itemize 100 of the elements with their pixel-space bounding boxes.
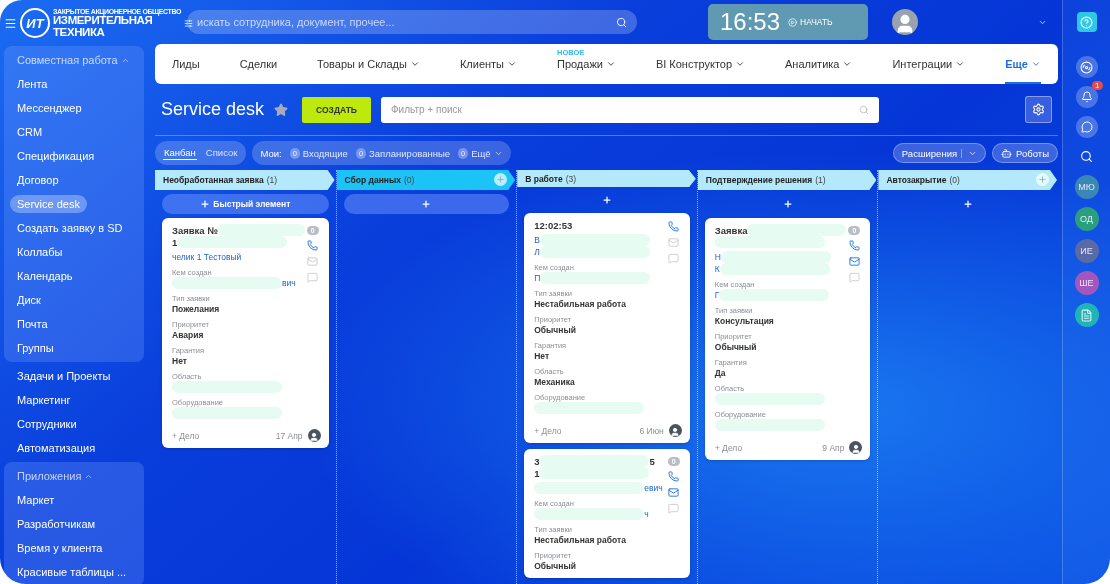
- user-avatar[interactable]: [892, 9, 918, 35]
- phone-icon[interactable]: [668, 221, 680, 232]
- contact-avatar[interactable]: МЮ: [1074, 175, 1099, 199]
- sidebar-item[interactable]: Задачи и Проекты: [4, 364, 124, 388]
- stage-header[interactable]: Необработанная заявка (1): [155, 170, 335, 190]
- phone-icon[interactable]: [848, 240, 860, 251]
- nav-tab[interactable]: Клиенты: [459, 44, 517, 84]
- contact-link[interactable]: евич: [644, 483, 663, 493]
- field-value: Обычный: [534, 325, 576, 335]
- card-title: 1: [534, 467, 540, 479]
- search-icon[interactable]: [1080, 150, 1093, 163]
- notification-button[interactable]: [1075, 86, 1098, 108]
- contact-link[interactable]: К: [714, 264, 720, 274]
- sidebar-item[interactable]: Создать заявку в SD: [4, 216, 136, 240]
- sidebar-item[interactable]: Автоматизация: [4, 436, 109, 460]
- stage-header[interactable]: Автозакрытие (0): [878, 170, 1057, 190]
- plus-icon: [421, 199, 432, 209]
- robots-button[interactable]: Роботы: [992, 143, 1058, 163]
- contact-link[interactable]: челик 1 Тестовый: [172, 252, 242, 262]
- menu-icon[interactable]: [4, 16, 17, 30]
- sidebar-item[interactable]: Группы: [4, 336, 67, 360]
- star-icon[interactable]: [274, 102, 289, 117]
- sliders-icon[interactable]: [184, 18, 193, 28]
- contact-avatar[interactable]: ОД: [1074, 207, 1099, 231]
- card-date: 17 Апр: [275, 430, 303, 441]
- card-date: 6 Июн: [639, 425, 664, 436]
- counters-label: Мои:: [260, 147, 282, 159]
- caret-icon: [735, 59, 746, 69]
- sidebar-item[interactable]: Разработчикам: [4, 512, 109, 536]
- sidebar-item[interactable]: Сотрудники: [4, 412, 90, 436]
- add-stage-icon[interactable]: [1036, 173, 1049, 186]
- nav-tab[interactable]: Лиды: [172, 44, 200, 84]
- search-icon: [859, 104, 869, 115]
- creator-link[interactable]: Г: [714, 290, 720, 300]
- document-button[interactable]: [1074, 303, 1099, 327]
- creator-link[interactable]: ч: [644, 509, 649, 519]
- chat-button[interactable]: [1075, 116, 1098, 138]
- disc-button[interactable]: [1075, 56, 1098, 78]
- view-tab[interactable]: Список: [204, 146, 239, 160]
- add-activity-link[interactable]: + Дело: [534, 425, 562, 436]
- quick-add-button[interactable]: Быстрый элемент: [162, 194, 329, 214]
- play-icon: [788, 17, 798, 27]
- search-icon: [616, 16, 627, 28]
- nav-tab[interactable]: Аналитика: [785, 44, 853, 84]
- field-value: Механика: [534, 377, 575, 387]
- field-value: Нестабильная работа: [534, 299, 626, 309]
- contact-link[interactable]: Н: [714, 252, 721, 262]
- contact-link[interactable]: В: [534, 235, 540, 245]
- plus-icon: [200, 199, 211, 209]
- nav-tab[interactable]: Еще: [1005, 44, 1041, 84]
- field-value: Авария: [172, 330, 204, 340]
- stage-header[interactable]: Сбор данных (0): [336, 170, 516, 190]
- card-date: 9 Апр: [822, 442, 845, 453]
- section-title[interactable]: Приложения: [4, 464, 144, 488]
- nav-tab[interactable]: BI Конструктор: [655, 44, 746, 84]
- caret-icon: [409, 59, 420, 69]
- sidebar-item[interactable]: Маркетинг: [4, 388, 84, 412]
- plus-icon: [963, 199, 974, 209]
- view-tab[interactable]: Канбан: [163, 146, 197, 160]
- stage-header[interactable]: В работе (3): [517, 170, 696, 188]
- field-value: Нет: [172, 356, 187, 366]
- contact-avatar[interactable]: ШЕ: [1074, 271, 1099, 295]
- sidebar-item[interactable]: Мессенджер: [4, 96, 95, 120]
- card-title: Заявка: [714, 224, 748, 236]
- sidebar-item[interactable]: Почта: [4, 312, 61, 336]
- add-activity-link[interactable]: + Дело: [714, 442, 743, 453]
- start-button[interactable]: НАЧАТЬ: [788, 17, 833, 27]
- contact-avatar[interactable]: ИЕ: [1074, 239, 1099, 263]
- nav-tab[interactable]: Интеграции: [892, 44, 966, 84]
- create-button[interactable]: СОЗДАТЬ: [302, 96, 371, 123]
- phone-icon[interactable]: [668, 471, 680, 482]
- bell-icon: [1080, 91, 1093, 103]
- mail-icon[interactable]: [848, 256, 860, 267]
- sidebar-item[interactable]: Лента: [4, 72, 61, 96]
- extensions-button[interactable]: Расширения: [892, 143, 987, 163]
- filter-field[interactable]: Фильтр + поиск: [381, 96, 879, 123]
- sidebar-item[interactable]: CRM: [4, 120, 56, 144]
- sidebar-item[interactable]: Календарь: [4, 264, 86, 288]
- stage-header[interactable]: Подтверждение решения (1): [697, 170, 877, 190]
- document-icon: [1080, 308, 1093, 322]
- sidebar-item[interactable]: Время у клиента: [4, 536, 116, 560]
- sidebar-item[interactable]: Красивые таблицы ...: [4, 560, 140, 584]
- sidebar-item[interactable]: Диск: [4, 288, 54, 312]
- sidebar-item[interactable]: Маркет: [4, 488, 68, 512]
- contact-link[interactable]: Л: [534, 247, 540, 257]
- creator-link[interactable]: П: [534, 273, 541, 283]
- logo-name: ТЕХНИКА: [53, 26, 106, 38]
- settings-button[interactable]: [1025, 96, 1052, 123]
- sidebar-item[interactable]: Спецификация: [4, 144, 108, 168]
- creator-link[interactable]: вич: [282, 278, 296, 288]
- nav-tab[interactable]: Сделки: [239, 44, 278, 84]
- help-button[interactable]: [1076, 12, 1097, 32]
- search-field[interactable]: искать сотрудника, документ, прочее...: [187, 10, 637, 34]
- section-title[interactable]: Совместная работа: [4, 48, 144, 72]
- phone-icon[interactable]: [307, 240, 319, 251]
- add-activity-link[interactable]: + Дело: [172, 430, 200, 441]
- sidebar-item[interactable]: Коллабы: [4, 240, 76, 264]
- sidebar-item[interactable]: Договор: [4, 168, 72, 192]
- nav-tab[interactable]: Товары и Склады: [317, 44, 420, 84]
- mail-icon[interactable]: [668, 487, 680, 498]
